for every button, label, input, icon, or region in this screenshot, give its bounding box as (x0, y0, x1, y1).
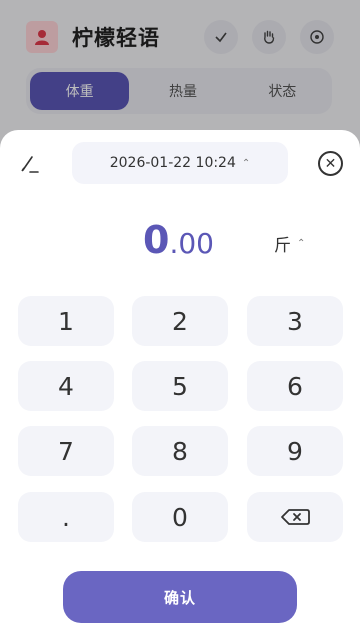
key-7[interactable]: 7 (18, 426, 114, 476)
weight-value-integer: 0 (143, 218, 170, 262)
updown-chevron-icon: ⌃ (297, 238, 306, 249)
weight-value-display: 0.00 (143, 218, 214, 262)
unit-selector[interactable]: 斤 ⌃ (274, 231, 305, 256)
unit-label: 斤 (274, 236, 291, 256)
key-1[interactable]: 1 (18, 296, 114, 346)
weight-entry-sheet: 2026-01-22 10:24 ⌃ ✕ 0.00 斤 ⌃ 1 2 3 4 5 … (0, 130, 360, 628)
key-5[interactable]: 5 (132, 361, 228, 411)
close-button[interactable]: ✕ (318, 151, 343, 176)
close-icon: ✕ (324, 155, 337, 172)
pen-icon (21, 156, 39, 173)
key-6[interactable]: 6 (247, 361, 343, 411)
confirm-button[interactable]: 确认 (63, 571, 297, 623)
key-2[interactable]: 2 (132, 296, 228, 346)
key-9[interactable]: 9 (247, 426, 343, 476)
datetime-picker[interactable]: 2026-01-22 10:24 ⌃ (72, 142, 288, 184)
key-backspace[interactable] (247, 492, 343, 542)
key-3[interactable]: 3 (247, 296, 343, 346)
backspace-icon (281, 509, 310, 525)
edit-button[interactable] (16, 150, 44, 178)
weight-value-decimal: .00 (169, 227, 214, 260)
datetime-value: 2026-01-22 10:24 (109, 155, 236, 171)
key-0[interactable]: 0 (132, 492, 228, 542)
key-4[interactable]: 4 (18, 361, 114, 411)
key-8[interactable]: 8 (132, 426, 228, 476)
updown-chevron-icon: ⌃ (241, 157, 251, 169)
key-decimal[interactable]: . (18, 492, 114, 542)
